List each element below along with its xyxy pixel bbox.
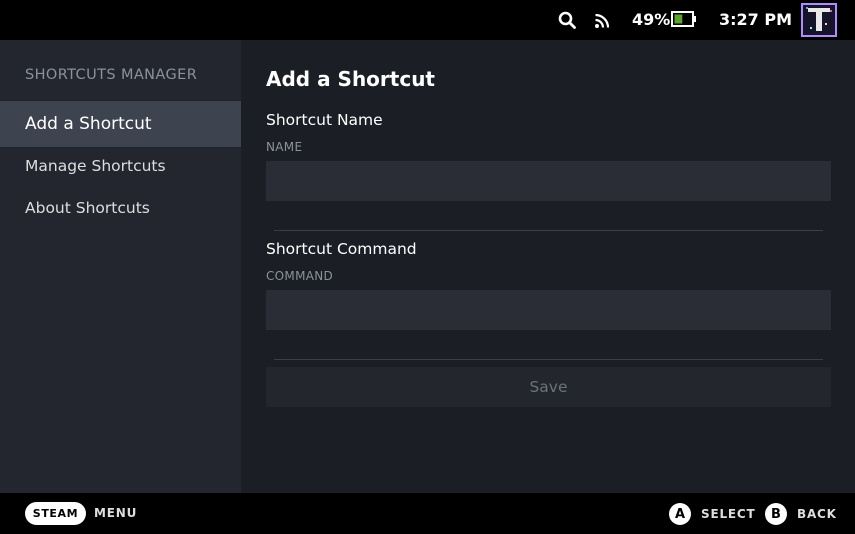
shortcut-command-input[interactable] bbox=[266, 290, 831, 330]
divider bbox=[274, 359, 823, 360]
shortcut-command-sublabel: COMMAND bbox=[266, 269, 334, 283]
sidebar: SHORTCUTS MANAGER Add a Shortcut Manage … bbox=[0, 40, 241, 493]
sidebar-heading: SHORTCUTS MANAGER bbox=[25, 67, 198, 83]
shortcut-command-label: Shortcut Command bbox=[266, 240, 417, 258]
sidebar-item-about-shortcuts[interactable]: About Shortcuts bbox=[0, 185, 241, 231]
menu-label: MENU bbox=[94, 506, 138, 520]
clock: 3:27 PM bbox=[719, 10, 793, 29]
divider bbox=[274, 230, 823, 231]
sidebar-item-add-shortcut[interactable]: Add a Shortcut bbox=[0, 101, 241, 147]
sidebar-item-label: Manage Shortcuts bbox=[25, 157, 166, 175]
b-button-icon[interactable]: B bbox=[765, 503, 787, 525]
shortcut-name-label: Shortcut Name bbox=[266, 111, 383, 129]
search-icon[interactable] bbox=[558, 11, 576, 29]
battery-icon bbox=[671, 11, 696, 27]
sidebar-item-label: Add a Shortcut bbox=[25, 114, 152, 134]
avatar-image bbox=[803, 5, 835, 35]
avatar[interactable] bbox=[801, 3, 837, 37]
save-button[interactable]: Save bbox=[266, 367, 831, 407]
back-label: BACK bbox=[797, 507, 837, 521]
steam-button[interactable]: STEAM bbox=[25, 502, 86, 525]
page-title: Add a Shortcut bbox=[266, 67, 435, 91]
battery-percent: 49% bbox=[632, 10, 671, 29]
wifi-icon bbox=[595, 13, 610, 28]
select-label: SELECT bbox=[701, 507, 756, 521]
sidebar-item-manage-shortcuts[interactable]: Manage Shortcuts bbox=[0, 143, 241, 189]
bottom-bar: STEAM MENU A SELECT B BACK bbox=[0, 493, 855, 534]
main-panel: Add a Shortcut Shortcut Name NAME Shortc… bbox=[241, 40, 855, 493]
a-button-icon[interactable]: A bbox=[669, 503, 691, 525]
shortcut-name-sublabel: NAME bbox=[266, 140, 303, 154]
shortcut-name-input[interactable] bbox=[266, 161, 831, 201]
sidebar-item-label: About Shortcuts bbox=[25, 199, 150, 217]
status-bar: 49% 3:27 PM bbox=[0, 0, 855, 40]
